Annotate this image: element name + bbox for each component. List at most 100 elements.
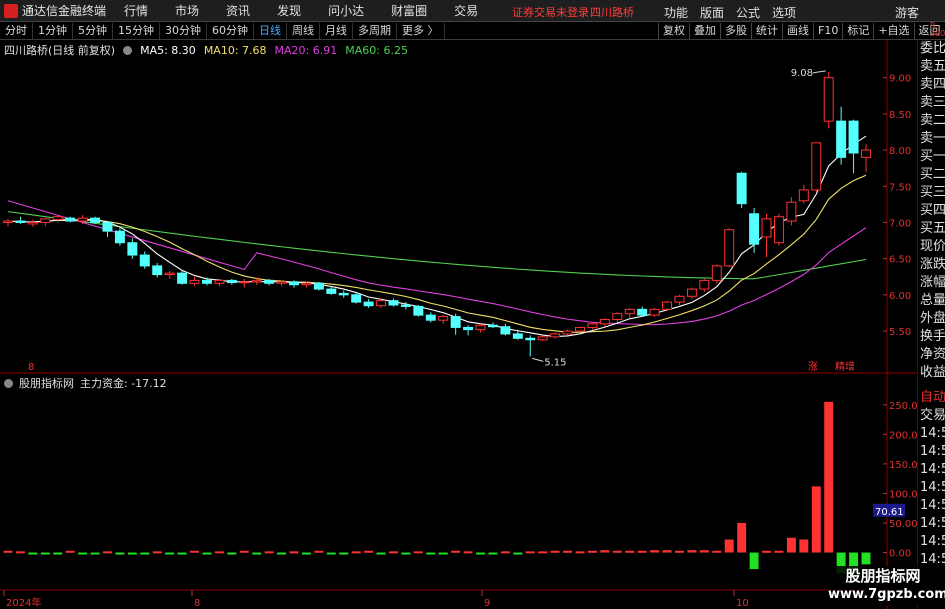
indicator-bar-60 <box>749 552 759 570</box>
candle-body-65 <box>811 142 822 191</box>
login-status[interactable]: 证券交易未登录 <box>512 4 589 20</box>
indicator-bar-66 <box>824 401 834 553</box>
watermark-url: www.7gpzb.com <box>828 587 945 602</box>
side-bottom-item-1[interactable]: 交易 <box>918 407 945 425</box>
indicator-bar-50 <box>625 550 635 553</box>
indicator-circle-icon[interactable] <box>4 378 13 388</box>
tool-tongji[interactable]: 统计 <box>751 23 782 39</box>
candle-body-57 <box>711 265 722 281</box>
period-monthly[interactable]: 月线 <box>320 22 353 39</box>
candle-body-27 <box>338 292 349 296</box>
candle-body-4 <box>52 216 63 221</box>
menu-gongneng[interactable]: 功能 <box>664 4 688 21</box>
candle-body-11 <box>139 254 150 267</box>
candle-body-0 <box>3 220 13 223</box>
tool-diejia[interactable]: 叠加 <box>689 23 720 39</box>
candle-body-20 <box>251 279 262 283</box>
candle-body-30 <box>376 300 387 307</box>
indicator-bar-59 <box>737 522 747 553</box>
x-label-0: 2024年 <box>6 596 41 609</box>
period-1min[interactable]: 1分钟 <box>33 22 73 39</box>
tool-huaxian[interactable]: 画线 <box>782 23 813 39</box>
candle-body-64 <box>798 189 809 202</box>
period-multi[interactable]: 多周期 <box>353 22 397 39</box>
menu-wenxiaoda[interactable]: 问小达 <box>328 2 364 19</box>
side-bottom-item-3: 14:56 <box>920 444 945 459</box>
side-item-17: 净资 <box>920 347 945 362</box>
candle-body-26 <box>326 288 337 294</box>
tool-zixuan[interactable]: +自选 <box>873 23 913 39</box>
candle-body-10 <box>127 242 138 256</box>
ma5-label: MA5: 8.30 <box>140 43 196 57</box>
indicator-bars <box>3 401 871 574</box>
ind-tick-label-5: 0.00 <box>889 549 911 560</box>
period-weekly[interactable]: 周线 <box>287 22 320 39</box>
tool-fuquan[interactable]: 复权 <box>658 23 689 39</box>
period-daily[interactable]: 日线 <box>254 22 287 39</box>
crosshair-value: 70.61 <box>875 507 904 518</box>
candle-body-41 <box>512 333 523 339</box>
period-30min[interactable]: 30分钟 <box>160 22 207 39</box>
side-item-10: 买五 <box>920 221 945 236</box>
guest-user[interactable]: 游客 <box>895 4 919 21</box>
candle-body-60 <box>749 213 760 245</box>
indicator-value: 主力资金: -17.12 <box>80 377 167 390</box>
side-item-12: 涨跌 <box>920 257 945 272</box>
candle-body-7 <box>90 217 101 223</box>
indicator-bar-51 <box>637 550 647 553</box>
indicator-bar-36 <box>451 550 461 553</box>
side-bottom-items: 自动交易14:5614:5614:5614:5614:5614:5614:561… <box>918 389 945 569</box>
indicator-bar-29 <box>364 550 374 553</box>
menu-jiaoyi[interactable]: 交易 <box>454 2 478 19</box>
candle-body-28 <box>351 294 362 303</box>
period-5min[interactable]: 5分钟 <box>73 22 113 39</box>
tool-duogu[interactable]: 多股 <box>720 23 751 39</box>
candle-body-59 <box>736 172 747 205</box>
side-bottom-item-0[interactable]: 自动 <box>918 389 945 407</box>
candle-body-42 <box>525 337 536 341</box>
menu-hangqing[interactable]: 行情 <box>124 2 148 19</box>
candle-body-35 <box>438 316 449 321</box>
period-fenshi[interactable]: 分时 <box>0 22 33 39</box>
side-bottom-item-4: 14:56 <box>920 462 945 477</box>
indicator-bar-58 <box>724 539 734 553</box>
tool-biaoji[interactable]: 标记 <box>842 23 873 39</box>
period-15min[interactable]: 15分钟 <box>113 22 160 39</box>
candle-body-1 <box>15 220 26 223</box>
period-60min[interactable]: 60分钟 <box>207 22 254 39</box>
indicator-bar-63 <box>786 537 796 553</box>
candle-body-46 <box>575 326 585 332</box>
indicator-name: 股朋指标网 <box>19 377 74 390</box>
tool-f10[interactable]: F10 <box>813 23 842 39</box>
candle-body-66 <box>823 77 834 122</box>
period-more[interactable]: 更多 〉 <box>397 22 445 39</box>
menu-shichang[interactable]: 市场 <box>175 2 199 19</box>
menu-caifuquan[interactable]: 财富圈 <box>391 2 427 19</box>
indicator-bar-69 <box>861 552 871 565</box>
kline-chart[interactable]: 9.00 8.50 8.00 7.50 7.00 6.50 6.00 5.50 250.00 20… <box>0 40 917 609</box>
candle-body-6 <box>77 217 88 222</box>
menu-gongshi[interactable]: 公式 <box>736 4 760 21</box>
candle-body-34 <box>425 314 436 321</box>
low-arrow <box>532 357 544 362</box>
settings-circle-icon[interactable] <box>123 45 133 55</box>
menu-banmian[interactable]: 版面 <box>700 4 724 21</box>
ma-lines <box>7 135 867 338</box>
menu-faxian[interactable]: 发现 <box>277 2 301 19</box>
high-arrow <box>812 70 826 74</box>
indicator-info-bar: 股朋指标网 主力资金: -17.12 <box>4 375 167 391</box>
indicator-bar-37 <box>463 551 473 554</box>
indicator-bar-54 <box>675 550 684 553</box>
side-item-14: 总量 <box>920 293 945 308</box>
indicator-bar-9 <box>115 552 125 555</box>
high-label: 9.08 <box>791 68 813 79</box>
candle-body-63 <box>786 201 797 222</box>
ind-tick-label-2: 150.00 <box>889 460 917 471</box>
menu-xuanxiang[interactable]: 选项 <box>772 4 796 21</box>
header-stock-name: 四川路桥 <box>590 6 634 19</box>
candle-body-69 <box>861 149 871 158</box>
menu-zixun[interactable]: 资讯 <box>226 2 250 19</box>
candle-body-61 <box>761 218 772 238</box>
indicator-bar-41 <box>513 552 523 555</box>
candle-body-24 <box>301 282 312 286</box>
